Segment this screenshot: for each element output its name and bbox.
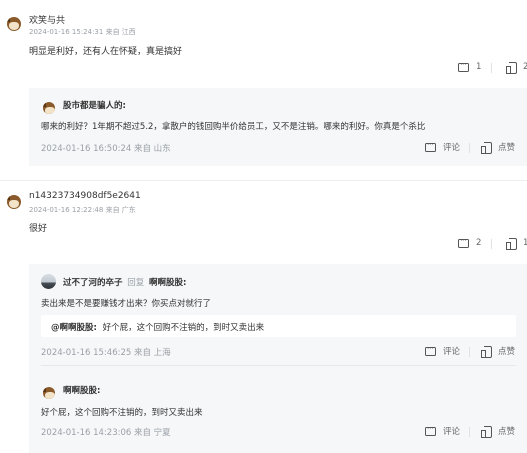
thumbs-up-icon	[481, 346, 492, 358]
action-divider	[491, 239, 492, 249]
user-avatar-icon[interactable]	[7, 17, 21, 31]
reply-text: 哪来的利好？1年期不超过5.2，拿散户的钱回购半价给员工，又不是注销。哪来的利好…	[41, 122, 426, 132]
comment-divider	[0, 180, 527, 181]
reply-username[interactable]: 过不了河的卒子	[63, 278, 123, 288]
reply-panel: 过不了河的卒子 回复 啊啊股股: 卖出来是不是要赚钱才出来？你买点对就行了 @啊…	[29, 264, 527, 453]
user-avatar-icon[interactable]	[41, 274, 56, 289]
reply-comment-button[interactable]: 评论	[425, 424, 461, 437]
comment-icon	[425, 344, 436, 356]
reply-username[interactable]: 啊啊股股:	[63, 384, 100, 396]
reply-comment-button[interactable]: 评论	[425, 344, 461, 357]
reply-header: 过不了河的卒子 回复 啊啊股股:	[63, 276, 186, 288]
reply-count: 1	[476, 62, 482, 72]
comment-item: 欢笑与共 2024-01-16 15:24:31 来自 江西 明显是利好，还有人…	[0, 0, 527, 182]
comment-text: 明显是利好，还有人在怀疑，真是搞好	[29, 47, 183, 57]
reply-text: 好个屁，这个回购不注销的，到时又卖出来	[41, 408, 203, 418]
thumbs-up-icon	[481, 426, 492, 438]
comment-label: 评论	[443, 347, 461, 357]
comment-meta: 2024-01-16 15:24:31 来自 江西	[29, 28, 136, 36]
reply-count-button[interactable]: 1	[458, 60, 482, 72]
like-label: 点赞	[498, 427, 516, 437]
quoted-comment: @啊啊股股: 好个屁，这个回购不注销的，到时又卖出来	[41, 315, 516, 337]
like-label: 点赞	[498, 347, 516, 357]
reply-target-username[interactable]: 啊啊股股:	[149, 278, 186, 288]
like-count-button[interactable]: 1	[506, 238, 527, 250]
thumbs-up-icon	[506, 238, 517, 250]
action-divider	[469, 427, 470, 437]
reply-count: 2	[476, 238, 482, 248]
comment-item: n14323734908df5e2641 2024-01-16 12:22:48…	[0, 182, 527, 453]
comment-username[interactable]: n14323734908df5e2641	[29, 191, 141, 201]
reply-meta: 2024-01-16 15:46:25 来自 上海	[41, 348, 171, 358]
action-divider	[491, 63, 492, 73]
like-count: 2	[523, 62, 527, 72]
reply-word: 回复	[127, 278, 145, 288]
reply-comment-button[interactable]: 评论	[425, 140, 461, 153]
reply-divider	[41, 365, 516, 366]
comment-username[interactable]: 欢笑与共	[29, 13, 65, 26]
reply-like-button[interactable]: 点赞	[481, 141, 516, 154]
comment-meta: 2024-01-16 12:22:48 来自 广东	[29, 206, 136, 214]
reply-meta: 2024-01-16 16:50:24 来自 山东	[41, 144, 171, 154]
thumbs-up-icon	[481, 142, 492, 154]
like-count: 1	[523, 238, 527, 248]
quote-text: 好个屁，这个回购不注销的，到时又卖出来	[102, 323, 265, 333]
reply-count-button[interactable]: 2	[458, 236, 482, 248]
action-divider	[469, 347, 470, 357]
like-label: 点赞	[498, 143, 516, 153]
reply-username[interactable]: 股市都是骗人的:	[63, 99, 126, 111]
like-count-button[interactable]: 2	[506, 62, 527, 74]
user-avatar-icon[interactable]	[7, 195, 21, 209]
reply-like-button[interactable]: 点赞	[481, 345, 516, 358]
reply-text: 卖出来是不是要赚钱才出来？你买点对就行了	[41, 299, 212, 309]
action-divider	[469, 143, 470, 153]
reply-like-button[interactable]: 点赞	[481, 425, 516, 438]
thumbs-up-icon	[506, 62, 517, 74]
comment-label: 评论	[443, 427, 461, 437]
comment-text: 很好	[29, 224, 48, 234]
reply-panel: 股市都是骗人的: 哪来的利好？1年期不超过5.2，拿散户的钱回购半价给员工，又不…	[29, 88, 527, 166]
comment-icon	[425, 140, 436, 152]
comment-label: 评论	[443, 143, 461, 153]
quote-username[interactable]: @啊啊股股:	[51, 323, 97, 333]
user-avatar-icon[interactable]	[43, 387, 55, 399]
comment-icon	[458, 236, 469, 248]
quoted-text-line: @啊啊股股: 好个屁，这个回购不注销的，到时又卖出来	[51, 321, 264, 333]
comment-icon	[425, 424, 436, 436]
comment-icon	[458, 60, 469, 72]
user-avatar-icon[interactable]	[43, 102, 55, 114]
reply-meta: 2024-01-16 14:23:06 来自 宁夏	[41, 428, 171, 438]
